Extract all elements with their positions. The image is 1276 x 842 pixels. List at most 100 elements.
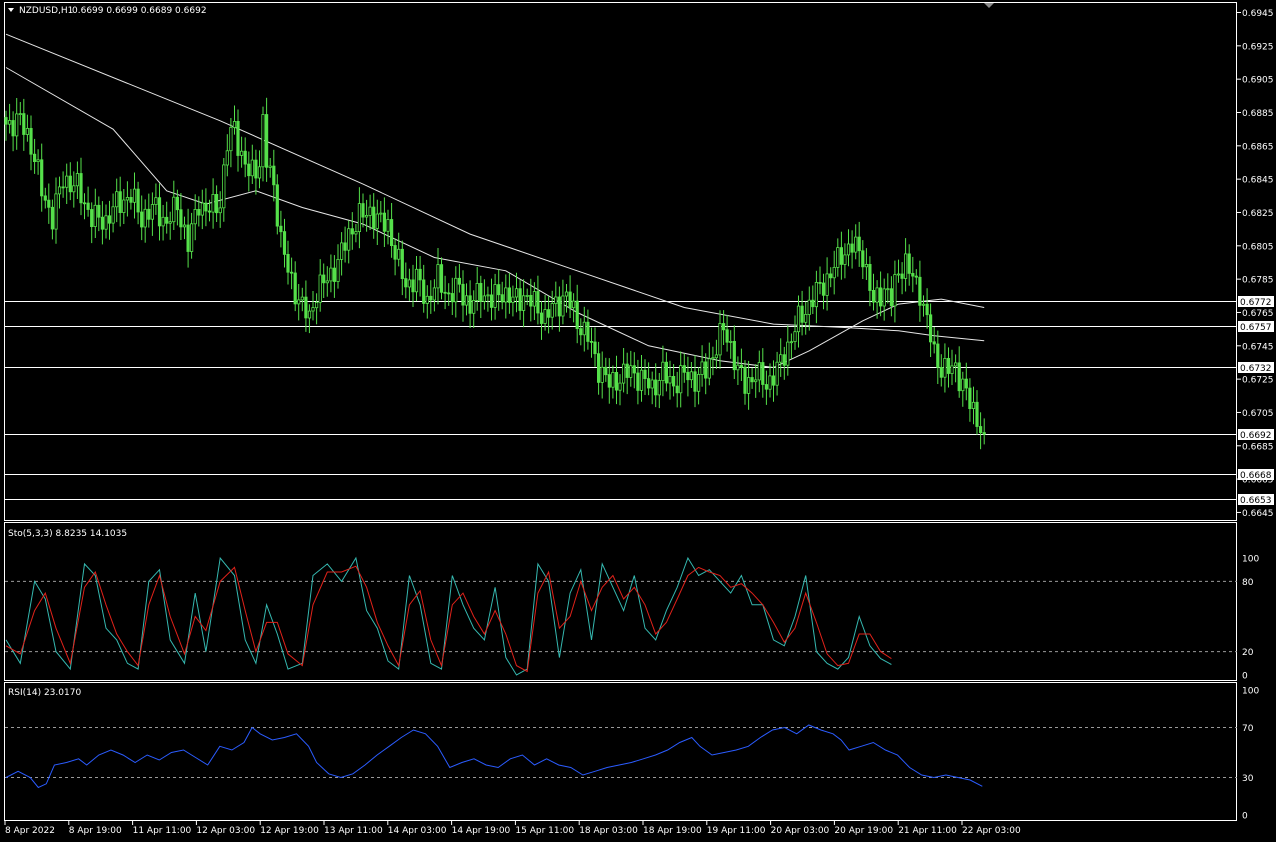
candle-body	[361, 203, 365, 218]
candle-body	[861, 250, 865, 268]
indicator-axis-label: 100	[1242, 555, 1259, 565]
candle-body	[857, 236, 861, 252]
candle-body	[661, 361, 665, 382]
candle-body	[311, 307, 315, 312]
candle-body	[289, 271, 294, 274]
candle-body	[325, 280, 329, 284]
indicator-axis-label: 80	[1242, 578, 1254, 588]
candle-body	[554, 296, 558, 304]
symbol-label: NZDUSD,H1	[19, 6, 73, 16]
candle-body	[161, 216, 165, 227]
candle-body	[314, 301, 319, 309]
candle-body	[543, 309, 547, 324]
candle-body	[650, 379, 654, 389]
candle-body	[432, 287, 437, 301]
candle-body	[468, 295, 472, 314]
candle-body	[747, 377, 751, 394]
candle-body	[497, 284, 501, 296]
candle-body	[657, 380, 661, 396]
candle-body	[97, 204, 101, 218]
indicator-axis-label: 100	[1242, 687, 1259, 697]
candle-body	[104, 215, 108, 230]
price-axis-label: 0.6865	[1242, 142, 1274, 152]
candle-body	[946, 357, 951, 374]
candle-body	[118, 191, 122, 213]
candle-body	[111, 206, 115, 224]
candle-body	[197, 208, 201, 216]
candle-body	[896, 273, 901, 276]
level-tag-label: 0.6692	[1240, 431, 1272, 441]
candle-body	[636, 372, 640, 391]
candle-body	[29, 127, 33, 155]
candle-body	[971, 401, 976, 409]
price-axis-label: 0.6905	[1242, 76, 1274, 86]
candle-body	[954, 362, 958, 367]
candle-body	[425, 295, 429, 304]
candle-body	[547, 309, 551, 318]
time-axis-label: 14 Apr 19:00	[452, 826, 511, 836]
candle-body	[689, 371, 694, 381]
candle-body	[33, 153, 37, 162]
level-tag-label: 0.6653	[1240, 496, 1272, 506]
candle-body	[564, 291, 569, 297]
candle-body	[629, 365, 633, 378]
candle-body	[647, 378, 651, 389]
candle-body	[457, 277, 462, 285]
candle-body	[761, 362, 765, 385]
candle-body	[322, 274, 326, 284]
candle-body	[472, 299, 476, 314]
candle-body	[718, 323, 722, 356]
trading-chart[interactable]: 0.6945 0.6925 0.6905 0.6885 0.6865 0.6845 0.68…	[0, 0, 1276, 842]
candle-body	[907, 253, 911, 274]
candle-body	[207, 210, 212, 213]
candle-body	[504, 287, 508, 303]
candle-body	[561, 295, 565, 317]
candle-body	[129, 196, 133, 203]
candle-body	[204, 202, 208, 212]
candle-body	[68, 175, 72, 193]
candle-body	[775, 361, 779, 386]
candle-body	[354, 231, 358, 235]
ohlc-label: 0.6699 0.6699 0.6689 0.6692	[72, 6, 207, 16]
candle-body	[4, 117, 8, 125]
candle-body	[239, 150, 244, 156]
level-tag-label: 0.6772	[1240, 298, 1272, 308]
candle-body	[936, 343, 940, 368]
candle-body	[22, 113, 26, 135]
candle-body	[393, 245, 397, 260]
candle-body	[836, 247, 840, 268]
price-axis-label: 0.6725	[1242, 376, 1274, 386]
candle-body	[82, 202, 87, 205]
candle-body	[700, 361, 704, 375]
candle-body	[389, 219, 394, 247]
candle-body	[364, 214, 369, 218]
candle-body	[736, 364, 740, 371]
candle-body	[639, 369, 644, 391]
stochastic-title: Sto(5,3,3) 8.8235 14.1035	[8, 529, 127, 539]
candle-body	[722, 323, 726, 331]
candle-body	[804, 313, 808, 323]
indicator-axis-label: 0	[1242, 672, 1248, 682]
candle-body	[982, 432, 986, 435]
candle-body	[189, 223, 194, 252]
candle-body	[90, 209, 94, 228]
candle-body	[222, 164, 226, 209]
candle-body	[93, 204, 97, 228]
candle-body	[943, 357, 947, 378]
candle-body	[40, 159, 44, 197]
candle-body	[779, 354, 783, 363]
candle-body	[575, 300, 579, 330]
price-axis-label: 0.6885	[1242, 109, 1274, 119]
price-axis-label: 0.6765	[1242, 309, 1274, 319]
candle-body	[825, 273, 829, 296]
candle-body	[732, 340, 736, 371]
candle-body	[368, 206, 372, 216]
candle-body	[261, 114, 265, 168]
candle-body	[914, 275, 918, 278]
candle-body	[529, 294, 533, 307]
candle-body	[854, 236, 858, 253]
candle-body	[593, 341, 597, 355]
time-axis-label: 12 Apr 19:00	[260, 826, 319, 836]
candle-body	[864, 263, 869, 268]
level-tag-label: 0.6732	[1240, 364, 1272, 374]
